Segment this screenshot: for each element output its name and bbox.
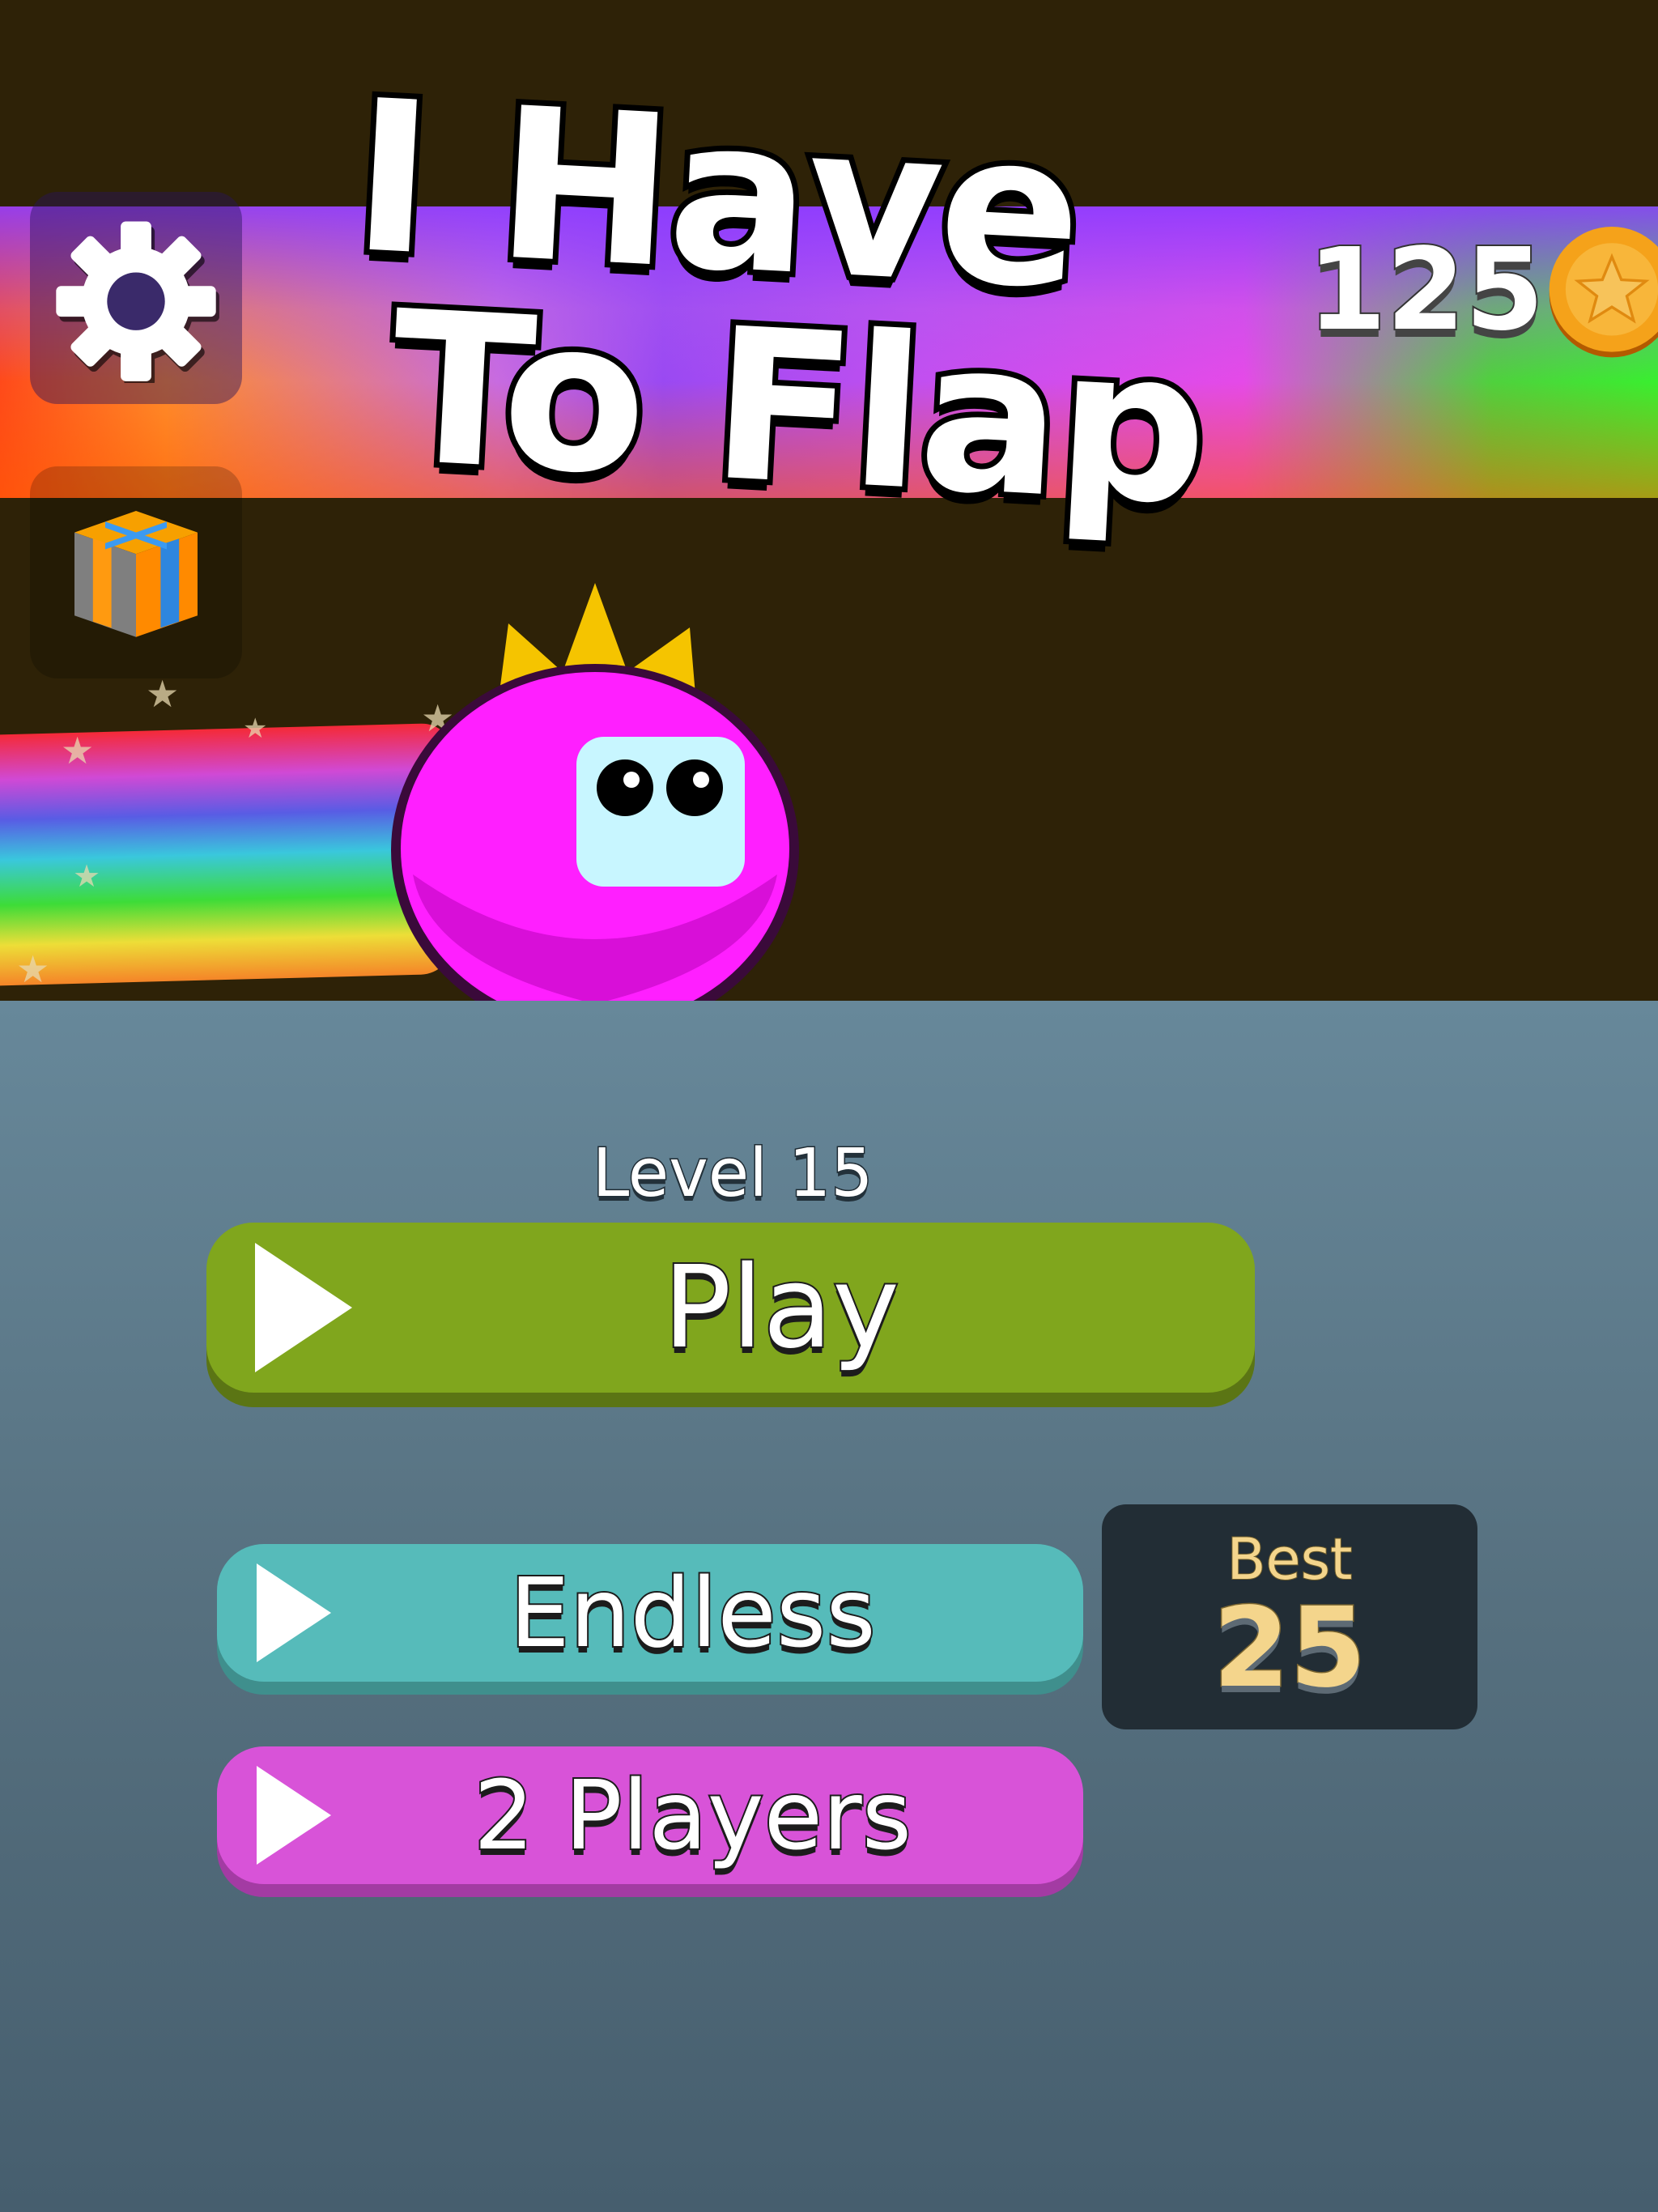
level-label: Level 15 xyxy=(591,1134,874,1214)
sparkle-star-icon: ★ xyxy=(61,729,95,772)
title-line-2: To Flap xyxy=(380,261,1216,557)
two-players-button-label: 2 Players xyxy=(472,1758,913,1873)
gear-icon xyxy=(56,221,219,383)
play-button-label: Play xyxy=(661,1240,901,1376)
game-title: I Have To Flap xyxy=(338,49,1329,557)
gift-box-icon xyxy=(74,511,198,637)
play-icon xyxy=(257,1766,331,1865)
endless-button[interactable]: Endless xyxy=(217,1544,1083,1682)
best-score-value: 25 xyxy=(1212,1585,1367,1712)
bird-character xyxy=(391,583,799,1001)
sparkle-star-icon: ★ xyxy=(16,947,50,991)
coin-counter: 125 xyxy=(1306,223,1658,359)
title-scene: ★ ★ ★ ★ ★ ★ I Have To Flap 125 xyxy=(0,0,1658,1001)
best-score-panel: Best 25 xyxy=(1102,1504,1477,1729)
settings-button[interactable] xyxy=(30,192,242,404)
best-label: Best xyxy=(1226,1526,1353,1593)
endless-button-label: Endless xyxy=(508,1555,878,1670)
play-icon xyxy=(257,1563,331,1662)
coin-count: 125 xyxy=(1306,224,1545,356)
sparkle-star-icon: ★ xyxy=(243,713,268,745)
play-icon xyxy=(255,1243,352,1372)
sparkle-star-icon: ★ xyxy=(146,672,180,716)
star-coin-icon xyxy=(1549,227,1658,358)
two-players-button[interactable]: 2 Players xyxy=(217,1746,1083,1884)
gift-button[interactable] xyxy=(30,466,242,678)
play-button[interactable]: Play xyxy=(206,1223,1255,1393)
sparkle-star-icon: ★ xyxy=(73,858,101,894)
